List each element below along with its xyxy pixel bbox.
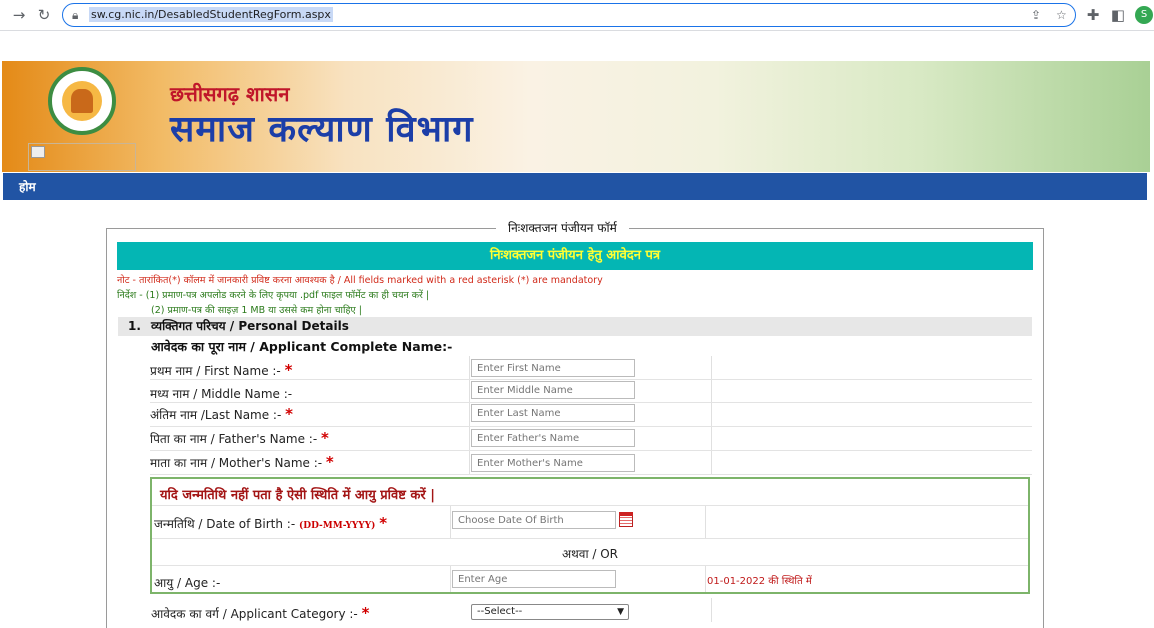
department-title: समाज कल्याण विभाग [170,108,474,150]
instruction-1: निर्देश - (1) प्रमाण-पत्र अपलोड करने के … [117,290,430,301]
category-select[interactable]: --Select-- ▼ [471,604,629,620]
header-banner: छत्तीसगढ़ शासन समाज कल्याण विभाग [2,61,1150,172]
column-divider [705,506,706,538]
divider [152,538,1028,539]
column-divider [450,566,451,592]
calendar-icon[interactable] [619,512,633,527]
age-note: 01-01-2022 की स्थिति में [707,576,812,587]
form-legend: निःशक्तजन पंजीयन फॉर्म [496,219,629,236]
chevron-down-icon: ▼ [617,607,624,617]
profile-avatar[interactable]: S [1135,6,1153,24]
age-label: आयु / Age :- [154,576,221,590]
or-separator: अथवा / OR [561,547,619,561]
field-label: मध्य नाम / Middle Name :- [150,387,293,401]
first-name-input[interactable] [471,359,635,377]
field-label: पिता का नाम / Father's Name :- * [150,429,329,447]
address-bar[interactable]: 🔒︎ sw.cg.nic.in/DesabledStudentRegForm.a… [62,3,1076,27]
dob-section-heading: यदि जन्मतिथि नहीं पता है ऐसी स्थिति में … [160,488,435,503]
section-title: व्यक्तिगत परिचय / Personal Details [151,319,349,333]
column-divider [705,566,706,592]
field-label: अंतिम नाम /Last Name :- * [150,405,293,423]
field-label: माता का नाम / Mother's Name :- * [150,453,334,471]
instruction-2: (2) प्रमाण-पत्र की साइज़ 1 MB या उससे कम… [151,305,362,316]
mandatory-note: नोट - तारांकित(*) कॉलम में जानकारी प्रवि… [117,275,603,286]
dob-label: जन्मतिथि / Date of Birth :- (DD-MM-YYYY)… [154,514,388,532]
divider [152,505,1028,506]
dob-input[interactable] [452,511,616,529]
divider [152,565,1028,566]
star-icon[interactable]: ☆ [1056,7,1067,23]
mother-name-input[interactable] [471,454,635,472]
main-nav: होम [3,173,1147,200]
sidepanel-icon[interactable]: ◧ [1108,5,1128,25]
browser-toolbar: → ↻ 🔒︎ sw.cg.nic.in/DesabledStudentRegFo… [0,0,1154,31]
name-heading: आवेदक का पूरा नाम / Applicant Complete N… [151,339,453,354]
form-title: निःशक्तजन पंजीयन हेतु आवेदन पत्र [117,242,1033,270]
lock-icon[interactable]: 🔒︎ [72,7,78,23]
column-divider [450,506,451,538]
father-name-input[interactable] [471,429,635,447]
nav-home-link[interactable]: होम [19,178,36,195]
state-emblem-icon [48,67,116,135]
middle-name-input[interactable] [471,381,635,399]
category-label: आवेदक का वर्ग / Applicant Category :- * [151,604,370,622]
section-header: 1. व्यक्तिगत परिचय / Personal Details [118,317,1032,336]
reload-icon[interactable]: ↻ [34,5,54,25]
last-name-input[interactable] [471,404,635,422]
url-text[interactable]: sw.cg.nic.in/DesabledStudentRegForm.aspx [89,7,333,22]
field-label: प्रथम नाम / First Name :- * [150,361,293,379]
broken-image-icon [31,146,45,158]
age-input[interactable] [452,570,616,588]
column-divider [711,598,712,622]
broken-image [28,143,136,171]
share-icon[interactable]: ⇪ [1031,7,1041,23]
section-number: 1. [128,319,141,333]
forward-icon[interactable]: → [9,5,29,25]
extensions-icon[interactable]: ✚ [1083,5,1103,25]
